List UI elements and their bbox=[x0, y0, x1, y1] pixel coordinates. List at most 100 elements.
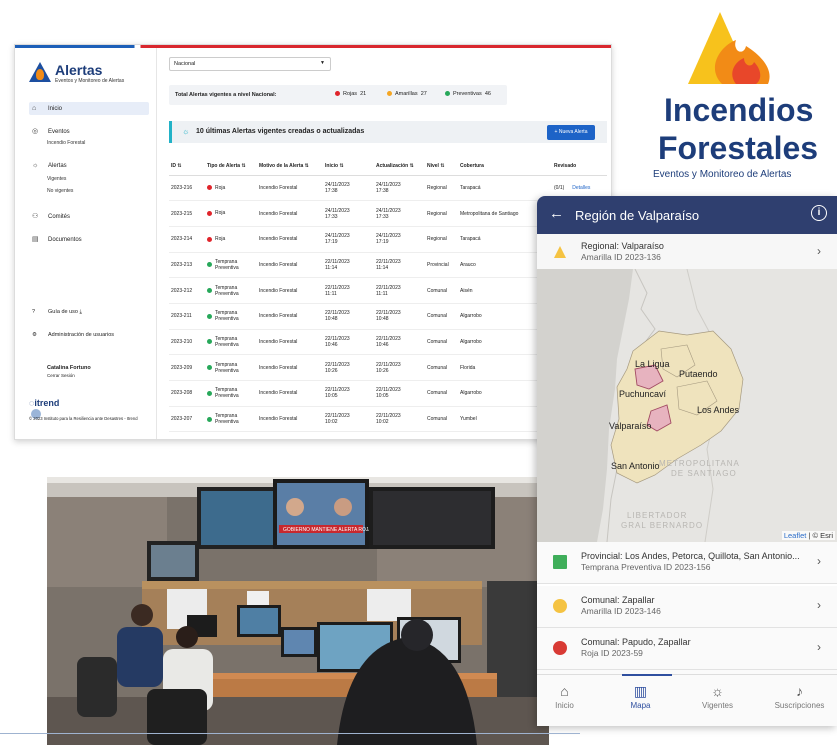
red-dot-icon bbox=[335, 91, 340, 97]
bottom-tab-bar: ⌂ Inicio ▥ Mapa ☼ Vigentes ♪ Suscripciones bbox=[537, 674, 837, 726]
total-amarillas: Amarillas 27 bbox=[387, 91, 427, 97]
cell-actualizacion: 22/11/2023 11:11 bbox=[374, 277, 425, 304]
col-motivo[interactable]: Motivo de la Alerta ⇅ bbox=[257, 157, 323, 176]
cell-motivo: Incendio Forestal bbox=[257, 303, 323, 330]
sun-alert-icon: ☼ bbox=[182, 127, 190, 136]
sidebar-item-alertas[interactable]: ☼ Alertas bbox=[29, 162, 67, 169]
mobile-alert-title: Comunal: Zapallar bbox=[581, 595, 655, 605]
sort-icon: ⇅ bbox=[177, 162, 182, 169]
cell-id: 2023-212 bbox=[169, 277, 205, 304]
logo-subtitle: Eventos y Monitoreo de Alertas bbox=[55, 78, 125, 84]
composite-stage: Alertas Eventos y Monitoreo de Alertas ⌂… bbox=[0, 0, 837, 745]
green-dot-icon bbox=[207, 416, 212, 422]
cell-motivo: Incendio Forestal bbox=[257, 200, 323, 227]
sidebar-item-documentos[interactable]: ▤ Documentos bbox=[29, 235, 82, 243]
latest-alerts-title: 10 últimas Alertas vigentes creadas o ac… bbox=[196, 128, 365, 135]
cell-motivo: Incendio Forestal bbox=[257, 406, 323, 433]
sidebar-item-comites[interactable]: ⚇ Comités bbox=[29, 212, 70, 220]
cell-motivo: Incendio Forestal bbox=[257, 226, 323, 253]
yellow-dot-icon bbox=[387, 91, 392, 97]
cell-id: 2023-208 bbox=[169, 380, 205, 407]
cell-motivo: Incendio Forestal bbox=[257, 277, 323, 304]
cell-tipo: Temprana Preventiva bbox=[205, 329, 257, 356]
tab-suscripciones[interactable]: ♪ Suscripciones bbox=[762, 683, 837, 710]
cell-id: 2023-210 bbox=[169, 329, 205, 356]
red-dot-icon bbox=[207, 185, 212, 191]
committee-icon: ⚇ bbox=[32, 213, 39, 220]
chevron-right-icon: › bbox=[817, 598, 821, 612]
back-arrow-icon[interactable]: ← bbox=[549, 205, 564, 222]
cell-nivel: Provincial bbox=[425, 252, 458, 279]
documents-icon: ▤ bbox=[32, 236, 39, 243]
cell-nivel: Comunal bbox=[425, 406, 458, 433]
new-alert-button[interactable]: + Nueva Alerta bbox=[547, 125, 595, 140]
logo-title: Alertas bbox=[55, 62, 103, 78]
col-inicio[interactable]: Inicio ⇅ bbox=[323, 157, 374, 176]
alertas-logo[interactable]: Alertas Eventos y Monitoreo de Alertas bbox=[29, 60, 149, 90]
col-id[interactable]: ID ⇅ bbox=[169, 157, 205, 176]
cell-motivo: Incendio Forestal bbox=[257, 354, 323, 381]
green-dot-icon bbox=[207, 339, 212, 345]
cell-nivel: Comunal bbox=[425, 329, 458, 356]
mobile-alert-row[interactable]: Comunal: Papudo, Zapallar Roja ID 2023-59… bbox=[537, 628, 837, 670]
map-ghost-libertador: LIBERTADOR bbox=[627, 511, 688, 520]
mobile-alert-subtitle: Temprana Preventiva ID 2023-156 bbox=[581, 562, 711, 572]
logout-link[interactable]: Cerrar Sesión bbox=[47, 373, 75, 378]
brand-line3: Eventos y Monitoreo de Alertas bbox=[653, 169, 792, 180]
scope-select[interactable]: Nacional ▼ bbox=[169, 57, 331, 71]
sidebar-subitem-no-vigentes[interactable]: No vigentes bbox=[47, 188, 73, 194]
cell-nivel: Regional bbox=[425, 175, 458, 202]
cell-id: 2023-213 bbox=[169, 252, 205, 279]
sidebar-subitem-vigentes[interactable]: Vigentes bbox=[47, 176, 66, 182]
cell-motivo: Incendio Forestal bbox=[257, 380, 323, 407]
mobile-title: Región de Valparaíso bbox=[575, 208, 700, 223]
sidebar-subitem-incendio-forestal[interactable]: Incendio Forestal bbox=[47, 140, 85, 146]
red-dot-icon bbox=[207, 236, 212, 242]
cell-actualizacion: 24/11/2023 17:33 bbox=[374, 200, 425, 227]
mobile-alert-row[interactable]: Provincial: Los Andes, Petorca, Quillota… bbox=[537, 542, 837, 584]
cell-inicio: 24/11/2023 17:38 bbox=[323, 175, 374, 202]
mobile-alert-row[interactable]: Comunal: Zapallar Amarilla ID 2023-146 › bbox=[537, 586, 837, 628]
sidebar-admin-link[interactable]: ⚙ Administración de usuarios bbox=[29, 332, 114, 338]
sort-icon: ⇅ bbox=[304, 162, 309, 169]
yellow-triangle-icon bbox=[554, 246, 566, 258]
latest-alerts-header: ☼ 10 últimas Alertas vigentes creadas o … bbox=[169, 121, 607, 143]
region-alert-row[interactable]: Regional: Valparaíso Amarilla ID 2023-13… bbox=[537, 234, 837, 270]
details-link[interactable]: Detalles bbox=[572, 185, 590, 191]
cell-tipo: Temprana Preventiva bbox=[205, 303, 257, 330]
copyright-text: © 2023 Instituto para la Resiliencia ant… bbox=[29, 416, 138, 421]
incendios-forestales-logo: Incendios Forestales Eventos y Monitoreo… bbox=[650, 4, 837, 189]
home-icon: ⌂ bbox=[32, 105, 37, 112]
sidebar-item-eventos[interactable]: ◎ Eventos bbox=[29, 127, 70, 135]
itrend-logo: ◌itrend bbox=[29, 398, 60, 408]
tab-mapa[interactable]: ▥ Mapa bbox=[603, 683, 678, 710]
region-map[interactable]: La Ligua Putaendo Puchuncaví Los Andes V… bbox=[537, 269, 837, 542]
totals-banner: Total Alertas vigentes a nivel Nacional:… bbox=[169, 85, 507, 105]
cell-motivo: Incendio Forestal bbox=[257, 175, 323, 202]
cell-nivel: Comunal bbox=[425, 277, 458, 304]
sun-alert-icon: ☼ bbox=[32, 162, 39, 169]
col-nivel[interactable]: Nivel ⇅ bbox=[425, 157, 458, 176]
map-ghost-metropolitana: METROPOLITANA bbox=[659, 459, 740, 468]
cell-id: 2023-211 bbox=[169, 303, 205, 330]
tab-inicio[interactable]: ⌂ Inicio bbox=[537, 683, 602, 710]
tab-vigentes[interactable]: ☼ Vigentes bbox=[680, 683, 755, 710]
cell-nivel: Comunal bbox=[425, 380, 458, 407]
sort-icon: ⇅ bbox=[241, 162, 246, 169]
col-tipo[interactable]: Tipo de Alerta ⇅ bbox=[205, 157, 257, 176]
green-dot-icon bbox=[207, 390, 212, 396]
square-marker-icon bbox=[553, 555, 567, 569]
col-actualizacion[interactable]: Actualización ⇅ bbox=[374, 157, 425, 176]
info-icon[interactable]: i bbox=[811, 205, 827, 221]
cell-tipo: Temprana Preventiva bbox=[205, 252, 257, 279]
brand-line1: Incendios bbox=[664, 92, 814, 128]
sidebar-item-inicio[interactable]: ⌂ Inicio bbox=[29, 102, 149, 115]
cell-inicio: 22/11/2023 10:02 bbox=[323, 406, 374, 433]
cell-actualizacion: 22/11/2023 10:02 bbox=[374, 406, 425, 433]
events-icon: ◎ bbox=[32, 128, 39, 135]
region-alert-title: Regional: Valparaíso bbox=[581, 241, 664, 251]
cell-nivel: Comunal bbox=[425, 303, 458, 330]
sidebar-guide-link[interactable]: ? Guía de uso ⤓ bbox=[29, 309, 82, 316]
map-attribution[interactable]: Leaflet | © Esri bbox=[781, 531, 835, 540]
sort-icon: ⇅ bbox=[339, 162, 344, 169]
